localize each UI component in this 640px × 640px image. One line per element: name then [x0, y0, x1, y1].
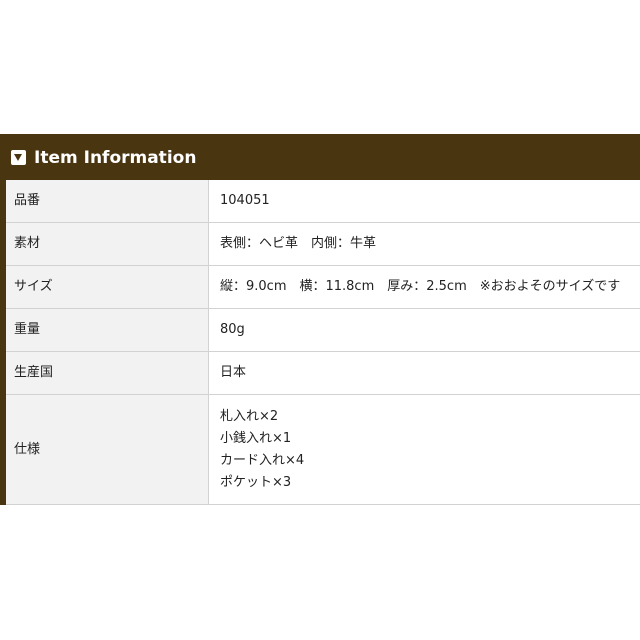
row-label-specs: 仕様 — [6, 394, 209, 505]
table-row: 生産国 日本 — [6, 351, 640, 395]
table-row: 品番 104051 — [6, 180, 640, 223]
row-label-size: サイズ — [6, 265, 209, 309]
row-label-material: 素材 — [6, 222, 209, 266]
spec-item: ポケット×3 — [220, 474, 292, 490]
row-label-part-number: 品番 — [6, 180, 209, 223]
table-row: 重量 80g — [6, 308, 640, 352]
row-value-weight: 80g — [208, 308, 640, 352]
caret-down-box-icon[interactable] — [11, 150, 26, 165]
row-value-country: 日本 — [208, 351, 640, 395]
row-label-country: 生産国 — [6, 351, 209, 395]
spec-item: カード入れ×4 — [220, 452, 305, 468]
spec-item: 札入れ×2 — [220, 408, 279, 424]
spec-item: 小銭入れ×1 — [220, 430, 292, 446]
panel-title: Item Information — [34, 148, 197, 168]
item-information-table: 品番 104051 素材 表側：ヘビ革 内側：牛革 サイズ 縦：9.0cm 横：… — [6, 180, 640, 505]
table-row: 仕様 札入れ×2 小銭入れ×1 カード入れ×4 ポケット×3 — [6, 394, 640, 505]
panel-header: Item Information — [0, 134, 640, 180]
row-value-material: 表側：ヘビ革 内側：牛革 — [208, 222, 640, 266]
table-row: 素材 表側：ヘビ革 内側：牛革 — [6, 222, 640, 266]
row-value-size: 縦：9.0cm 横：11.8cm 厚み：2.5cm ※おおよそのサイズです — [208, 265, 640, 309]
row-value-specs: 札入れ×2 小銭入れ×1 カード入れ×4 ポケット×3 — [208, 394, 640, 505]
table-row: サイズ 縦：9.0cm 横：11.8cm 厚み：2.5cm ※おおよそのサイズで… — [6, 265, 640, 309]
item-information-panel: Item Information 品番 104051 素材 表側：ヘビ革 内側：… — [0, 134, 640, 505]
row-value-part-number: 104051 — [208, 180, 640, 223]
row-label-weight: 重量 — [6, 308, 209, 352]
